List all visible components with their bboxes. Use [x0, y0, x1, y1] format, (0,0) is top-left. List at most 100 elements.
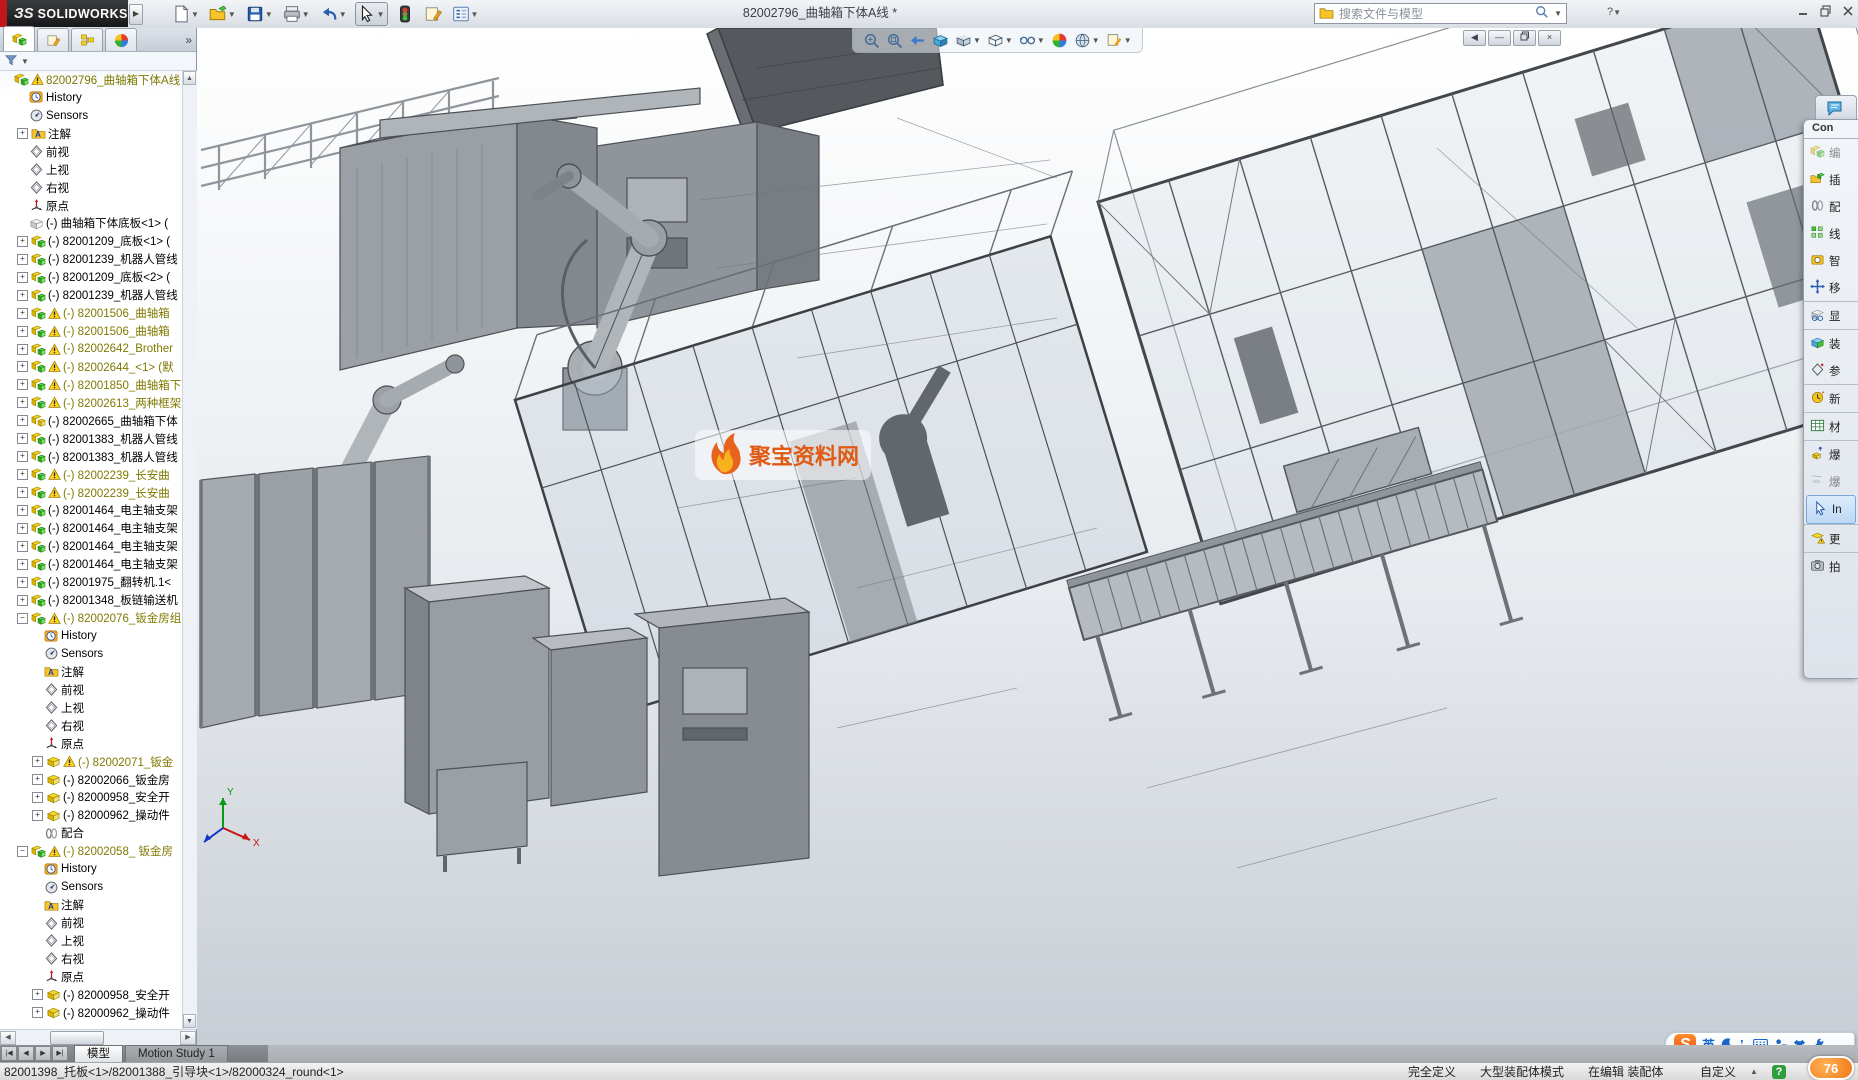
cm-exploded-view-button[interactable]: 爆	[1804, 440, 1858, 468]
tree-expander[interactable]: +	[17, 236, 28, 247]
hscroll-right-arrow[interactable]: ▶	[180, 1031, 196, 1045]
tree-row[interactable]: +(-) 82001239_机器人管线	[0, 286, 182, 304]
tree-row[interactable]: Sensors	[0, 645, 182, 663]
tree-row[interactable]: +(-) 82001383_机器人管线	[0, 430, 182, 448]
tree-expander[interactable]: +	[17, 308, 28, 319]
cm-explode-line-sketch-button[interactable]: 爆	[1804, 468, 1858, 495]
panel-tab-displaymanager[interactable]	[105, 28, 137, 51]
tree-row[interactable]: 前视	[0, 681, 182, 699]
scroll-down-arrow[interactable]: ▼	[183, 1014, 196, 1028]
tree-expander[interactable]: +	[17, 469, 28, 480]
panel-overflow-chevron[interactable]: »	[185, 29, 192, 51]
tree-row[interactable]: +(-) 82001464_电主轴支架	[0, 519, 182, 537]
tab-scroll-first-button[interactable]: |◀	[1, 1046, 17, 1061]
zoom-fit-icon[interactable]	[863, 32, 880, 49]
tree-row[interactable]: Sensors	[0, 107, 182, 125]
tree-expander[interactable]: +	[32, 810, 43, 821]
cm-edit-component-button[interactable]: 编	[1804, 139, 1858, 166]
tree-row[interactable]: (-) 曲轴箱下体底板<1> (	[0, 215, 182, 233]
cm-update-assembly-button[interactable]: 更	[1804, 524, 1858, 552]
tree-row[interactable]: +(-) 82001464_电主轴支架	[0, 555, 182, 573]
display-style-icon[interactable]: ▼	[987, 32, 1013, 49]
hide-show-items-icon[interactable]: ▼	[1019, 32, 1045, 49]
tree-row[interactable]: +(-) 82000962_操动件	[0, 806, 182, 824]
scroll-up-arrow[interactable]: ▲	[183, 71, 196, 85]
tree-expander[interactable]: −	[17, 613, 28, 624]
tab-scroll-next-button[interactable]: ▶	[35, 1046, 51, 1061]
hscroll-left-arrow[interactable]: ◀	[0, 1031, 16, 1045]
help-icon[interactable]: ?▼	[1604, 5, 1624, 21]
doc-minimize-button[interactable]: —	[1488, 30, 1511, 46]
tree-expander[interactable]: +	[17, 559, 28, 570]
select-cursor-button[interactable]: ▼	[355, 2, 388, 26]
tree-expander[interactable]: +	[17, 505, 28, 516]
tree-row[interactable]: A注解	[0, 896, 182, 914]
tree-row[interactable]: 上视	[0, 932, 182, 950]
cm-insert-component-button[interactable]: 插	[1804, 166, 1858, 193]
tab-model[interactable]: 模型	[74, 1045, 123, 1062]
tree-row[interactable]: +(-) 82001239_机器人管线	[0, 250, 182, 268]
section-view-icon[interactable]	[932, 32, 949, 49]
close-button[interactable]	[1838, 5, 1858, 21]
search-input[interactable]: 搜索文件与模型	[1339, 5, 1530, 22]
tree-row[interactable]: 右视	[0, 179, 182, 197]
tree-row[interactable]: 82002796_曲轴箱下体A线	[0, 71, 182, 89]
tree-expander[interactable]: +	[17, 487, 28, 498]
tree-row[interactable]: History	[0, 89, 182, 107]
tree-row[interactable]: History	[0, 627, 182, 645]
cm-instant3d-button[interactable]: In	[1806, 495, 1856, 524]
tree-row[interactable]: 前视	[0, 143, 182, 161]
view-orientation-icon[interactable]: ▼	[955, 32, 981, 49]
filter-caret[interactable]: ▼	[21, 57, 29, 66]
minimize-button[interactable]	[1794, 5, 1814, 21]
tree-row[interactable]: 原点	[0, 735, 182, 753]
tree-horizontal-scrollbar[interactable]: ◀ ▶	[0, 1029, 196, 1046]
tree-expander[interactable]: +	[17, 326, 28, 337]
previous-view-icon[interactable]	[909, 32, 926, 49]
tree-expander[interactable]: +	[32, 756, 43, 767]
hscroll-thumb[interactable]	[50, 1031, 104, 1045]
tree-row[interactable]: +(-) 82001975_翻转机.1<	[0, 573, 182, 591]
tree-expander[interactable]: +	[17, 595, 28, 606]
tree-expander[interactable]: +	[32, 792, 43, 803]
tree-expander[interactable]: +	[17, 577, 28, 588]
tree-expander[interactable]: +	[17, 451, 28, 462]
tree-row[interactable]: +(-) 82001506_曲轴箱	[0, 322, 182, 340]
tree-row[interactable]: 右视	[0, 717, 182, 735]
tree-expander[interactable]: +	[32, 774, 43, 785]
cm-bill-of-materials-button[interactable]: 材	[1804, 412, 1858, 440]
edit-appearance-icon[interactable]	[1051, 32, 1068, 49]
viewport-3d-scene[interactable]: 聚宝资料网 Y X Z	[197, 28, 1858, 1062]
tree-expander[interactable]: +	[17, 254, 28, 265]
tree-vertical-scrollbar[interactable]: ▲ ▼	[182, 71, 197, 1029]
list-options-button[interactable]: ▼	[450, 3, 481, 25]
print-button[interactable]: ▼	[281, 3, 312, 25]
doc-restore-button[interactable]	[1513, 30, 1536, 46]
cm-smart-fasteners-button[interactable]: 智	[1804, 247, 1858, 274]
tree-expander[interactable]: +	[32, 989, 43, 1000]
cm-new-motion-study-button[interactable]: 新	[1804, 384, 1858, 412]
panel-tab-propertymanager[interactable]	[37, 28, 69, 51]
cm-mate-button[interactable]: 配	[1804, 193, 1858, 220]
tree-expander[interactable]: +	[17, 397, 28, 408]
tree-row[interactable]: +A注解	[0, 125, 182, 143]
tree-expander[interactable]: −	[17, 846, 28, 857]
tree-expander[interactable]: +	[17, 379, 28, 390]
graphics-viewport[interactable]: 聚宝资料网 Y X Z ▼▼▼▼▼ ◀ — × Con	[197, 28, 1858, 1062]
tree-row[interactable]: +(-) 82001209_底板<1> (	[0, 232, 182, 250]
status-custom-caret[interactable]: ▲	[1750, 1067, 1758, 1076]
tree-row[interactable]: +(-) 82001850_曲轴箱下	[0, 376, 182, 394]
apply-scene-icon[interactable]: ▼	[1074, 32, 1100, 49]
tree-expander[interactable]: +	[17, 523, 28, 534]
tree-row[interactable]: +(-) 82001209_底板<2> (	[0, 268, 182, 286]
tree-row[interactable]: +(-) 82002066_钣金房	[0, 771, 182, 789]
tree-row[interactable]: +(-) 82002239_长安曲	[0, 484, 182, 502]
tree-row[interactable]: +(-) 82002642_Brother	[0, 340, 182, 358]
new-document-button[interactable]: ▼	[170, 3, 201, 25]
save-button[interactable]: ▼	[244, 3, 275, 25]
notification-badge[interactable]: 76	[1808, 1056, 1854, 1080]
tree-row[interactable]: −(-) 82002076_钣金房组	[0, 609, 182, 627]
tree-row[interactable]: 上视	[0, 699, 182, 717]
tree-expander[interactable]: +	[17, 290, 28, 301]
menu-expand-arrow[interactable]: ▶	[129, 4, 143, 25]
